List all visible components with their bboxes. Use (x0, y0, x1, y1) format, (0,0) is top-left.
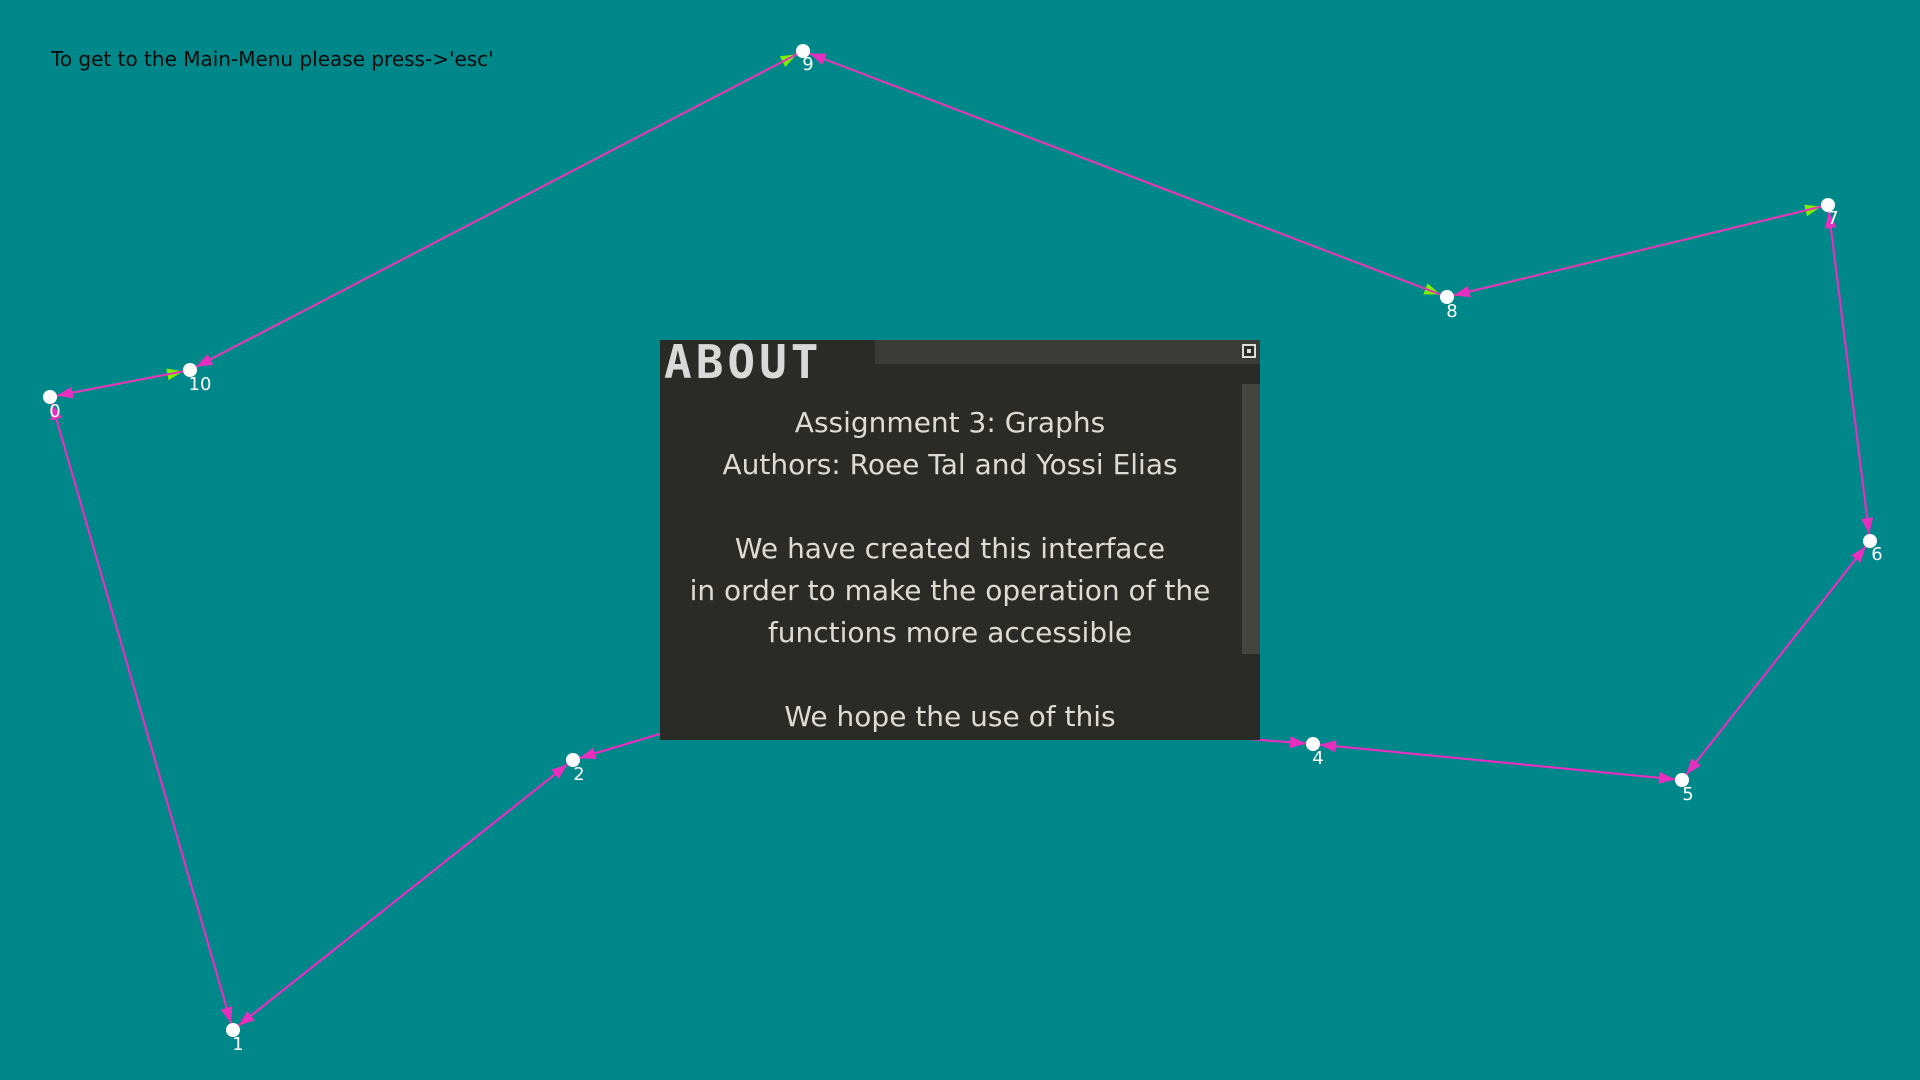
about-line: Assignment 3: Graphs (794, 406, 1106, 439)
edge-6-7 (1827, 204, 1871, 542)
node-label-2: 2 (573, 764, 584, 785)
node-label-0: 0 (49, 401, 60, 422)
about-line: functions more accessible (767, 616, 1133, 649)
close-button[interactable] (1242, 344, 1256, 358)
node-label-5: 5 (1682, 784, 1693, 805)
scrollbar-thumb[interactable] (1242, 384, 1260, 654)
node-label-6: 6 (1871, 544, 1882, 565)
edge-1-2 (232, 759, 574, 1031)
edge-arrowhead-9-10 (196, 354, 214, 367)
edge-arrowhead-5-6 (1851, 546, 1866, 563)
about-window[interactable]: ABOUT Assignment 3: Graphs Authors: Roee… (660, 340, 1260, 740)
edge-arrowhead-10-0 (56, 386, 74, 399)
node-label-4: 4 (1312, 748, 1323, 769)
scrollbar-track[interactable] (1242, 384, 1260, 740)
edge-arrowhead-4-5 (1658, 771, 1676, 784)
node-label-1: 1 (232, 1034, 243, 1055)
node-label-9: 9 (802, 54, 813, 75)
about-line: Authors: Roee Tal and Yossi Elias (722, 448, 1178, 481)
about-tab: ABOUT (660, 340, 875, 380)
about-line: We have created this interface (734, 532, 1166, 565)
edge-arrowhead-0-1 (220, 1006, 233, 1024)
edge-4-5 (1312, 743, 1683, 781)
node-label-7: 7 (1827, 208, 1838, 229)
edge-8-9 (802, 50, 1448, 298)
edge-arrowhead-1-2 (551, 764, 568, 780)
edge-7-8 (1446, 204, 1829, 298)
edge-arrowhead-3-4 (1289, 736, 1307, 749)
main-menu-hint: To get to the Main-Menu please press->'e… (51, 47, 494, 71)
node-label-10: 10 (189, 374, 212, 395)
edge-9-10 (189, 50, 804, 371)
about-line: in order to make the operation of the (689, 574, 1211, 607)
edge-0-1 (49, 396, 234, 1031)
about-line (660, 654, 1240, 696)
edge-5-6 (1681, 540, 1871, 781)
about-line: We hope the use of this (784, 700, 1116, 733)
about-line (660, 486, 1240, 528)
node-label-8: 8 (1446, 301, 1457, 322)
about-title: ABOUT (664, 335, 823, 389)
about-content: Assignment 3: Graphs Authors: Roee Tal a… (660, 402, 1240, 738)
